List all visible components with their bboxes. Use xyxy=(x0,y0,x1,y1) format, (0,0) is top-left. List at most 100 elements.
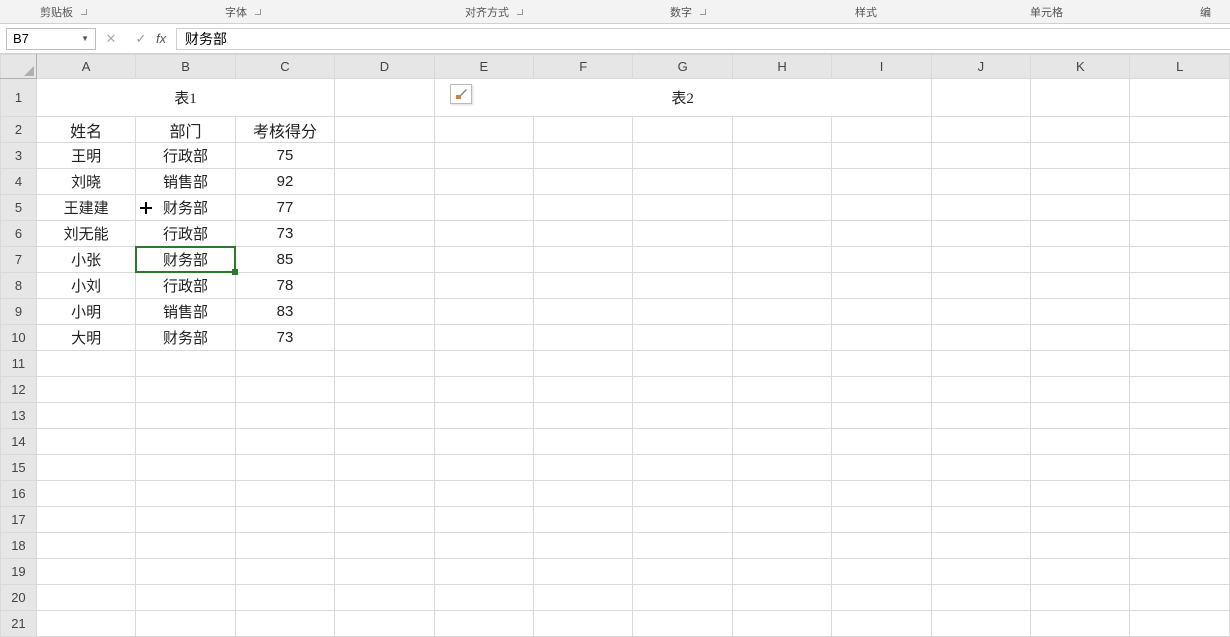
cell[interactable]: 姓名 xyxy=(36,117,135,143)
cell[interactable] xyxy=(235,611,334,637)
select-all-corner[interactable] xyxy=(1,55,37,79)
cell[interactable] xyxy=(931,247,1030,273)
cell[interactable] xyxy=(832,325,931,351)
cell[interactable] xyxy=(235,533,334,559)
cell[interactable] xyxy=(335,169,434,195)
cell[interactable] xyxy=(832,429,931,455)
cell[interactable] xyxy=(1031,169,1130,195)
cell[interactable] xyxy=(931,403,1030,429)
cell[interactable] xyxy=(832,455,931,481)
cell[interactable] xyxy=(36,585,135,611)
cell[interactable] xyxy=(434,533,533,559)
col-header-A[interactable]: A xyxy=(36,55,135,79)
cell[interactable] xyxy=(434,559,533,585)
cell[interactable] xyxy=(732,559,831,585)
row-header-6[interactable]: 6 xyxy=(1,221,37,247)
cell[interactable] xyxy=(732,455,831,481)
cell[interactable] xyxy=(36,403,135,429)
cell[interactable] xyxy=(832,117,931,143)
cell[interactable] xyxy=(732,325,831,351)
cell[interactable]: 小刘 xyxy=(36,273,135,299)
cell[interactable] xyxy=(434,117,533,143)
cell[interactable] xyxy=(1031,559,1130,585)
cell[interactable] xyxy=(235,481,334,507)
chevron-down-icon[interactable]: ▼ xyxy=(81,34,89,43)
cell[interactable]: 考核得分 xyxy=(235,117,334,143)
cell[interactable] xyxy=(732,481,831,507)
cell[interactable] xyxy=(36,559,135,585)
cell[interactable] xyxy=(1130,117,1230,143)
cell[interactable]: 75 xyxy=(235,143,334,169)
cell[interactable]: 部门 xyxy=(136,117,235,143)
cell[interactable] xyxy=(633,403,732,429)
cell[interactable] xyxy=(732,143,831,169)
cell[interactable] xyxy=(335,247,434,273)
cell[interactable] xyxy=(335,585,434,611)
cell[interactable] xyxy=(633,221,732,247)
cell[interactable]: 83 xyxy=(235,299,334,325)
col-header-C[interactable]: C xyxy=(235,55,334,79)
cell[interactable] xyxy=(732,611,831,637)
cell[interactable] xyxy=(931,273,1030,299)
cell[interactable] xyxy=(434,143,533,169)
col-header-L[interactable]: L xyxy=(1130,55,1230,79)
cell[interactable] xyxy=(931,585,1030,611)
cell[interactable] xyxy=(1031,299,1130,325)
cell[interactable] xyxy=(1130,143,1230,169)
col-header-J[interactable]: J xyxy=(931,55,1030,79)
cell[interactable] xyxy=(36,351,135,377)
cell[interactable] xyxy=(931,325,1030,351)
cell[interactable] xyxy=(335,507,434,533)
cell[interactable] xyxy=(1130,585,1230,611)
row-header-2[interactable]: 2 xyxy=(1,117,37,143)
cell[interactable] xyxy=(1031,351,1130,377)
row-header-20[interactable]: 20 xyxy=(1,585,37,611)
cell[interactable] xyxy=(136,403,235,429)
cell[interactable] xyxy=(1130,455,1230,481)
cell[interactable]: 行政部 xyxy=(136,143,235,169)
cell[interactable]: 销售部 xyxy=(136,299,235,325)
cell[interactable] xyxy=(931,351,1030,377)
cell[interactable] xyxy=(1130,169,1230,195)
cell[interactable] xyxy=(534,585,633,611)
cell[interactable] xyxy=(534,455,633,481)
cell[interactable] xyxy=(136,611,235,637)
cell[interactable] xyxy=(633,507,732,533)
cell[interactable] xyxy=(434,299,533,325)
cell[interactable] xyxy=(235,585,334,611)
cell[interactable] xyxy=(931,195,1030,221)
cell[interactable] xyxy=(1031,221,1130,247)
cell[interactable] xyxy=(1031,325,1130,351)
col-header-G[interactable]: G xyxy=(633,55,732,79)
cell[interactable] xyxy=(235,429,334,455)
cell[interactable] xyxy=(732,533,831,559)
cell[interactable] xyxy=(1031,117,1130,143)
cell[interactable] xyxy=(36,429,135,455)
cell[interactable] xyxy=(832,611,931,637)
cell[interactable] xyxy=(732,507,831,533)
cell[interactable] xyxy=(534,143,633,169)
cell[interactable] xyxy=(136,455,235,481)
cell[interactable]: 销售部 xyxy=(136,169,235,195)
cell[interactable] xyxy=(36,481,135,507)
cell[interactable] xyxy=(931,143,1030,169)
cell[interactable] xyxy=(633,117,732,143)
row-header-9[interactable]: 9 xyxy=(1,299,37,325)
cell[interactable] xyxy=(931,169,1030,195)
cell[interactable] xyxy=(1031,533,1130,559)
cell[interactable] xyxy=(732,169,831,195)
cell[interactable] xyxy=(633,611,732,637)
cell[interactable]: 刘晓 xyxy=(36,169,135,195)
cell[interactable] xyxy=(1130,611,1230,637)
cell[interactable] xyxy=(633,247,732,273)
row-header-17[interactable]: 17 xyxy=(1,507,37,533)
row-header-4[interactable]: 4 xyxy=(1,169,37,195)
cell[interactable] xyxy=(335,221,434,247)
cell[interactable] xyxy=(1031,611,1130,637)
cell[interactable] xyxy=(1130,299,1230,325)
cell[interactable] xyxy=(1130,429,1230,455)
row-header-5[interactable]: 5 xyxy=(1,195,37,221)
cell[interactable] xyxy=(1130,481,1230,507)
cell[interactable] xyxy=(1031,455,1130,481)
cell[interactable] xyxy=(633,377,732,403)
